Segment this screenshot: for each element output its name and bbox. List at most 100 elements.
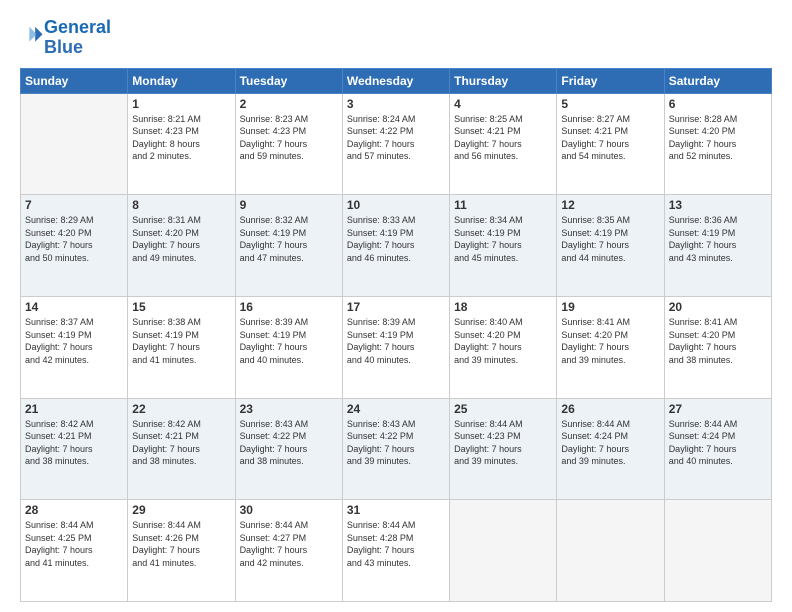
day-number: 24 <box>347 402 445 416</box>
day-number: 19 <box>561 300 659 314</box>
logo-icon <box>22 24 44 46</box>
calendar-cell <box>21 93 128 195</box>
day-info: Sunrise: 8:44 AM Sunset: 4:26 PM Dayligh… <box>132 519 230 569</box>
day-info: Sunrise: 8:44 AM Sunset: 4:23 PM Dayligh… <box>454 418 552 468</box>
calendar-cell: 1 Sunrise: 8:21 AM Sunset: 4:23 PM Daylig… <box>128 93 235 195</box>
calendar-cell: 16 Sunrise: 8:39 AM Sunset: 4:19 PM Dayli… <box>235 296 342 398</box>
day-info: Sunrise: 8:43 AM Sunset: 4:22 PM Dayligh… <box>240 418 338 468</box>
column-header-thursday: Thursday <box>450 68 557 93</box>
calendar-cell: 22Sunrise: 8:42 AM Sunset: 4:21 PM Dayli… <box>128 398 235 500</box>
header: General Blue <box>20 18 772 58</box>
day-info: Sunrise: 8:36 AM Sunset: 4:19 PM Dayligh… <box>669 214 767 264</box>
day-info: Sunrise: 8:43 AM Sunset: 4:22 PM Dayligh… <box>347 418 445 468</box>
day-info: Sunrise: 8:28 AM Sunset: 4:20 PM Dayligh… <box>669 113 767 163</box>
calendar-cell: 28Sunrise: 8:44 AM Sunset: 4:25 PM Dayli… <box>21 500 128 602</box>
week-row-3: 14 Sunrise: 8:37 AM Sunset: 4:19 PM Dayli… <box>21 296 772 398</box>
day-info: Sunrise: 8:37 AM Sunset: 4:19 PM Dayligh… <box>25 316 123 366</box>
day-info: Sunrise: 8:27 AM Sunset: 4:21 PM Dayligh… <box>561 113 659 163</box>
column-header-saturday: Saturday <box>664 68 771 93</box>
day-info: Sunrise: 8:44 AM Sunset: 4:25 PM Dayligh… <box>25 519 123 569</box>
page: General Blue SundayMondayTuesdayWednesda… <box>0 0 792 612</box>
logo: General Blue <box>20 18 111 58</box>
day-info: Sunrise: 8:39 AM Sunset: 4:19 PM Dayligh… <box>240 316 338 366</box>
day-number: 7 <box>25 198 123 212</box>
day-info: Sunrise: 8:42 AM Sunset: 4:21 PM Dayligh… <box>25 418 123 468</box>
day-info: Sunrise: 8:31 AM Sunset: 4:20 PM Dayligh… <box>132 214 230 264</box>
day-info: Sunrise: 8:41 AM Sunset: 4:20 PM Dayligh… <box>561 316 659 366</box>
day-number: 18 <box>454 300 552 314</box>
day-info: Sunrise: 8:42 AM Sunset: 4:21 PM Dayligh… <box>132 418 230 468</box>
day-number: 12 <box>561 198 659 212</box>
day-info: Sunrise: 8:39 AM Sunset: 4:19 PM Dayligh… <box>347 316 445 366</box>
day-number: 30 <box>240 503 338 517</box>
day-info: Sunrise: 8:23 AM Sunset: 4:23 PM Dayligh… <box>240 113 338 163</box>
calendar-cell: 26 Sunrise: 8:44 AM Sunset: 4:24 PM Dayli… <box>557 398 664 500</box>
day-number: 1 <box>132 97 230 111</box>
day-info: Sunrise: 8:33 AM Sunset: 4:19 PM Dayligh… <box>347 214 445 264</box>
week-row-1: 1 Sunrise: 8:21 AM Sunset: 4:23 PM Daylig… <box>21 93 772 195</box>
calendar-cell: 25 Sunrise: 8:44 AM Sunset: 4:23 PM Dayli… <box>450 398 557 500</box>
day-number: 2 <box>240 97 338 111</box>
day-info: Sunrise: 8:29 AM Sunset: 4:20 PM Dayligh… <box>25 214 123 264</box>
day-number: 10 <box>347 198 445 212</box>
calendar-cell: 14 Sunrise: 8:37 AM Sunset: 4:19 PM Dayli… <box>21 296 128 398</box>
column-header-wednesday: Wednesday <box>342 68 449 93</box>
calendar-cell: 8 Sunrise: 8:31 AM Sunset: 4:20 PM Daylig… <box>128 195 235 297</box>
day-number: 27 <box>669 402 767 416</box>
calendar-cell: 7 Sunrise: 8:29 AM Sunset: 4:20 PM Daylig… <box>21 195 128 297</box>
day-info: Sunrise: 8:38 AM Sunset: 4:19 PM Dayligh… <box>132 316 230 366</box>
day-number: 3 <box>347 97 445 111</box>
calendar-table: SundayMondayTuesdayWednesdayThursdayFrid… <box>20 68 772 602</box>
column-header-monday: Monday <box>128 68 235 93</box>
calendar-cell: 11Sunrise: 8:34 AM Sunset: 4:19 PM Dayli… <box>450 195 557 297</box>
day-info: Sunrise: 8:44 AM Sunset: 4:24 PM Dayligh… <box>561 418 659 468</box>
column-header-tuesday: Tuesday <box>235 68 342 93</box>
day-number: 26 <box>561 402 659 416</box>
calendar-cell: 21 Sunrise: 8:42 AM Sunset: 4:21 PM Dayli… <box>21 398 128 500</box>
day-number: 8 <box>132 198 230 212</box>
day-info: Sunrise: 8:44 AM Sunset: 4:28 PM Dayligh… <box>347 519 445 569</box>
day-number: 31 <box>347 503 445 517</box>
calendar-cell: 29 Sunrise: 8:44 AM Sunset: 4:26 PM Dayli… <box>128 500 235 602</box>
calendar-cell: 27Sunrise: 8:44 AM Sunset: 4:24 PM Dayli… <box>664 398 771 500</box>
day-number: 21 <box>25 402 123 416</box>
day-info: Sunrise: 8:24 AM Sunset: 4:22 PM Dayligh… <box>347 113 445 163</box>
calendar-cell: 5 Sunrise: 8:27 AM Sunset: 4:21 PM Daylig… <box>557 93 664 195</box>
day-number: 13 <box>669 198 767 212</box>
week-row-5: 28Sunrise: 8:44 AM Sunset: 4:25 PM Dayli… <box>21 500 772 602</box>
calendar-cell: 31 Sunrise: 8:44 AM Sunset: 4:28 PM Dayli… <box>342 500 449 602</box>
day-number: 15 <box>132 300 230 314</box>
logo-text: General Blue <box>44 18 111 58</box>
calendar-cell: 19 Sunrise: 8:41 AM Sunset: 4:20 PM Dayli… <box>557 296 664 398</box>
calendar-cell: 30Sunrise: 8:44 AM Sunset: 4:27 PM Dayli… <box>235 500 342 602</box>
day-info: Sunrise: 8:21 AM Sunset: 4:23 PM Dayligh… <box>132 113 230 163</box>
day-number: 9 <box>240 198 338 212</box>
calendar-cell <box>664 500 771 602</box>
day-number: 14 <box>25 300 123 314</box>
calendar-cell: 3 Sunrise: 8:24 AM Sunset: 4:22 PM Daylig… <box>342 93 449 195</box>
calendar-cell: 10 Sunrise: 8:33 AM Sunset: 4:19 PM Dayli… <box>342 195 449 297</box>
week-row-4: 21 Sunrise: 8:42 AM Sunset: 4:21 PM Dayli… <box>21 398 772 500</box>
day-number: 17 <box>347 300 445 314</box>
calendar-cell <box>450 500 557 602</box>
day-number: 23 <box>240 402 338 416</box>
day-number: 20 <box>669 300 767 314</box>
day-number: 16 <box>240 300 338 314</box>
day-info: Sunrise: 8:25 AM Sunset: 4:21 PM Dayligh… <box>454 113 552 163</box>
column-header-friday: Friday <box>557 68 664 93</box>
calendar-cell: 24 Sunrise: 8:43 AM Sunset: 4:22 PM Dayli… <box>342 398 449 500</box>
day-number: 25 <box>454 402 552 416</box>
calendar-cell: 15 Sunrise: 8:38 AM Sunset: 4:19 PM Dayli… <box>128 296 235 398</box>
week-row-2: 7 Sunrise: 8:29 AM Sunset: 4:20 PM Daylig… <box>21 195 772 297</box>
calendar-cell: 6Sunrise: 8:28 AM Sunset: 4:20 PM Daylig… <box>664 93 771 195</box>
calendar-cell: 2 Sunrise: 8:23 AM Sunset: 4:23 PM Daylig… <box>235 93 342 195</box>
calendar-cell: 17 Sunrise: 8:39 AM Sunset: 4:19 PM Dayli… <box>342 296 449 398</box>
calendar-cell: 9Sunrise: 8:32 AM Sunset: 4:19 PM Daylig… <box>235 195 342 297</box>
day-info: Sunrise: 8:35 AM Sunset: 4:19 PM Dayligh… <box>561 214 659 264</box>
day-number: 5 <box>561 97 659 111</box>
calendar-cell <box>557 500 664 602</box>
day-info: Sunrise: 8:40 AM Sunset: 4:20 PM Dayligh… <box>454 316 552 366</box>
calendar-cell: 13 Sunrise: 8:36 AM Sunset: 4:19 PM Dayli… <box>664 195 771 297</box>
calendar-cell: 20Sunrise: 8:41 AM Sunset: 4:20 PM Dayli… <box>664 296 771 398</box>
day-number: 29 <box>132 503 230 517</box>
